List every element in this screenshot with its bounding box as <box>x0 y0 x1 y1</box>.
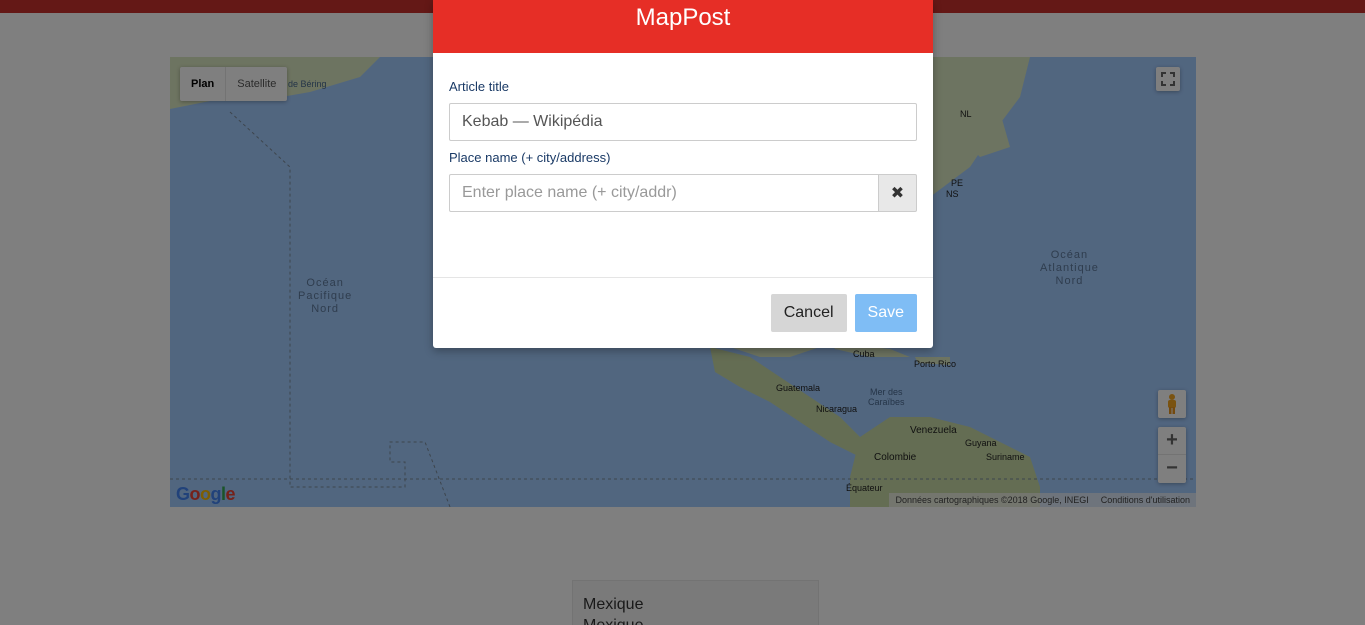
dialog-footer: Cancel Save <box>433 277 933 348</box>
dialog-header: MapPost <box>433 0 933 53</box>
save-button[interactable]: Save <box>854 294 917 332</box>
place-name-label: Place name (+ city/address) <box>449 150 611 165</box>
article-title-label: Article title <box>449 79 509 94</box>
dialog-title: MapPost <box>635 4 731 31</box>
place-name-input[interactable] <box>449 174 879 212</box>
close-icon: ✖ <box>890 185 905 202</box>
dialog-body: Article title Place name (+ city/address… <box>433 53 933 277</box>
clear-place-button[interactable]: ✖ <box>879 174 917 212</box>
mappost-dialog: MapPost Article title Place name (+ city… <box>433 0 933 348</box>
article-title-input[interactable] <box>449 103 917 141</box>
cancel-button[interactable]: Cancel <box>770 294 847 332</box>
place-name-group: ✖ <box>449 174 917 212</box>
